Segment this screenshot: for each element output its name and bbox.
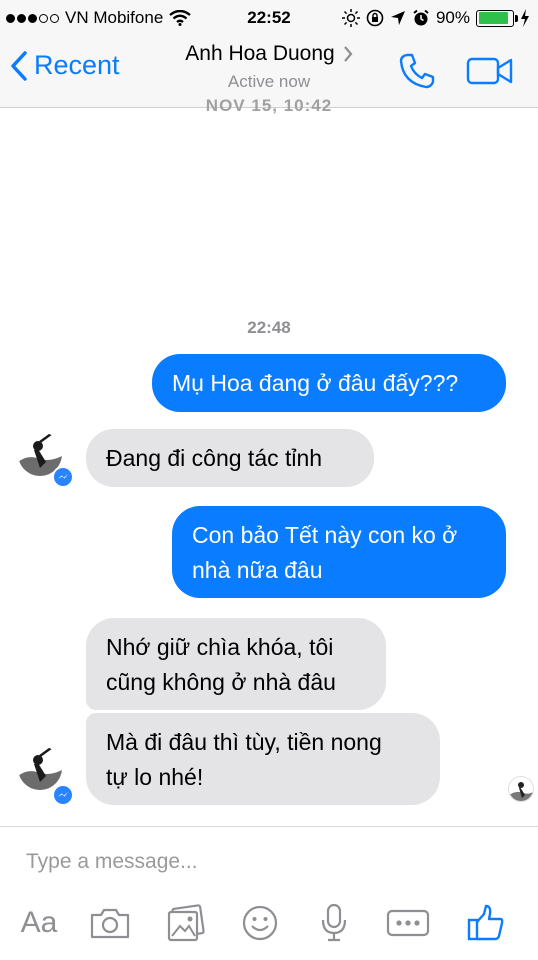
- battery-fill: [478, 12, 509, 24]
- status-right: 90%: [341, 8, 530, 28]
- status-left: VN Mobifone: [6, 8, 192, 28]
- back-button[interactable]: Recent: [10, 50, 120, 81]
- more-button[interactable]: [384, 897, 432, 949]
- back-chevron-icon: [11, 50, 27, 81]
- message-thread[interactable]: NOV 15, 10:42 22:48 Mụ Hoa đang ở đâu đấ…: [0, 96, 538, 826]
- battery-percent: 90%: [435, 8, 470, 27]
- message-input[interactable]: [26, 847, 506, 877]
- message-line: cũng không ở nhà đâu: [106, 669, 336, 695]
- status-bar: VN Mobifone 22:52 90%: [0, 0, 538, 36]
- avatar: [18, 746, 62, 790]
- lock-rotation-icon: [366, 9, 384, 27]
- video-camera-icon: [466, 57, 513, 85]
- more-icon: [386, 909, 430, 937]
- messenger-badge: [52, 466, 74, 488]
- emoji-button[interactable]: [238, 897, 282, 949]
- emoji-icon: [242, 905, 278, 941]
- message-line: Con bảo Tết này con ko ở: [192, 522, 458, 548]
- outgoing-message[interactable]: Con bảo Tết này con ko ở nhà nữa đâu: [172, 506, 506, 598]
- gallery-icon: [167, 904, 205, 942]
- message-line: Mà đi đâu thì tùy, tiền nong: [106, 729, 382, 755]
- contact-name-button[interactable]: Anh Hoa Duong: [185, 42, 353, 66]
- messenger-icon: [58, 474, 68, 479]
- charging-icon: [521, 9, 529, 27]
- messenger-icon: [58, 792, 68, 797]
- call-button[interactable]: [398, 52, 436, 95]
- incoming-message[interactable]: Mà đi đâu thì tùy, tiền nong tự lo nhé!: [86, 713, 440, 805]
- wifi-icon: [169, 10, 192, 26]
- message-line: tự lo nhé!: [106, 764, 204, 790]
- gallery-button[interactable]: [164, 897, 208, 949]
- messenger-badge: [52, 784, 74, 806]
- message-line: nhà nữa đâu: [192, 557, 323, 583]
- date-stamp: NOV 15, 10:42: [205, 96, 333, 115]
- camera-button[interactable]: [88, 897, 132, 949]
- back-label: Recent: [34, 50, 120, 80]
- signal-icon: [6, 13, 59, 23]
- message-line: Mụ Hoa đang ở đâu đấy???: [172, 370, 459, 396]
- incoming-message[interactable]: Đang đi công tác tỉnh: [86, 429, 374, 487]
- video-call-button[interactable]: [466, 56, 514, 91]
- voice-button[interactable]: [312, 897, 356, 949]
- composer: Aa: [0, 826, 538, 960]
- camera-icon: [90, 908, 130, 939]
- contact-name: Anh Hoa Duong: [185, 42, 335, 65]
- microphone-icon: [321, 903, 347, 942]
- carrier-label: VN Mobifone: [65, 8, 164, 27]
- battery-icon: [476, 9, 518, 27]
- contact-photo-icon: [509, 777, 533, 801]
- location-icon: [390, 11, 405, 25]
- composer-toolbar: Aa: [0, 897, 538, 953]
- text-format-label: Aa: [20, 906, 58, 939]
- alarm-icon: [413, 9, 429, 26]
- text-format-button[interactable]: Aa: [14, 897, 64, 949]
- message-line: Đang đi công tác tỉnh: [106, 445, 323, 471]
- time-stamp: 22:48: [247, 318, 291, 337]
- contact-photo-icon: [18, 746, 62, 790]
- phone-icon: [399, 53, 435, 89]
- message-line: Nhớ giữ chìa khóa, tôi: [106, 634, 334, 660]
- chevron-right-icon: [343, 46, 353, 62]
- thumbs-up-icon: [467, 904, 504, 941]
- incoming-message[interactable]: Nhớ giữ chìa khóa, tôi cũng không ở nhà …: [86, 618, 386, 710]
- like-button[interactable]: [464, 897, 508, 949]
- outgoing-message[interactable]: Mụ Hoa đang ở đâu đấy???: [152, 354, 506, 412]
- brightness-icon: [341, 9, 360, 27]
- seen-indicator: [508, 776, 534, 802]
